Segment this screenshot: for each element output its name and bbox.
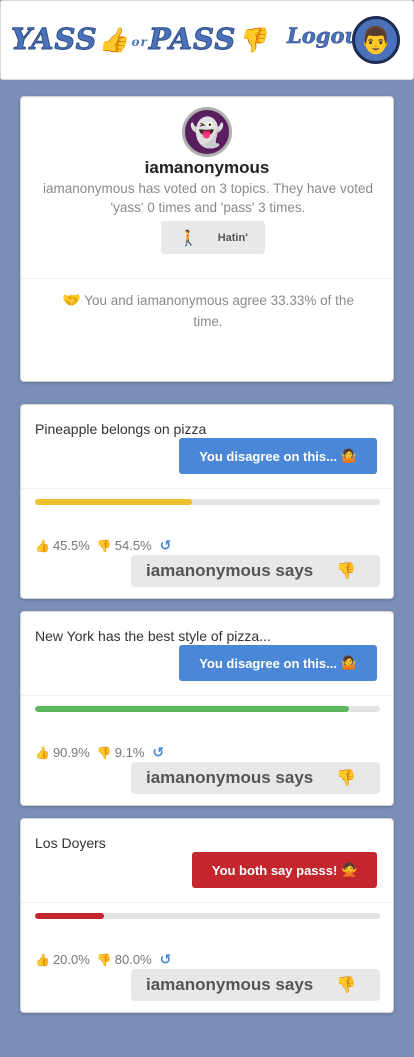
thumbs-down-icon: 👎 xyxy=(96,952,112,967)
thumbs-up-icon: 👍 xyxy=(35,952,50,967)
thumbs-down-vote-icon: 👎 xyxy=(336,563,357,580)
ghost-avatar-icon: 👻 xyxy=(182,107,232,157)
thumbs-down-icon: 👎 xyxy=(96,745,112,760)
vote-progress-bar xyxy=(35,706,380,712)
pass-percent: 80.0% xyxy=(114,952,152,967)
thumbs-down-vote-icon: 👎 xyxy=(336,770,357,787)
profile-card: 👻 iamanonymous iamanonymous has voted on… xyxy=(20,96,394,382)
logo-thumbs-up-icon: 👍 xyxy=(98,24,130,54)
vote-stats: 👍 20.0% 👎 80.0% ↺ xyxy=(35,951,171,968)
no-gesture-icon: 🙅 xyxy=(340,862,358,877)
topic-title: New York has the best style of pizza... xyxy=(35,628,271,644)
yass-percent: 90.9% xyxy=(52,745,90,760)
vote-stats: 👍 45.5% 👎 54.5% ↺ xyxy=(35,537,171,554)
agreement-row: 🤝 You and iamanonymous agree 33.33% of t… xyxy=(47,290,369,332)
logo-pass: PASS xyxy=(148,22,237,57)
user-says-button[interactable]: iamanonymous says 👎 xyxy=(131,762,380,794)
vote-progress-bar xyxy=(35,913,380,919)
vote-progress-bar xyxy=(35,499,380,505)
yass-percent: 45.5% xyxy=(52,538,90,553)
refresh-icon[interactable]: ↺ xyxy=(160,951,172,968)
yass-percent: 20.0% xyxy=(52,952,90,967)
shrug-icon: 🤷 xyxy=(340,655,357,670)
vote-progress-fill xyxy=(35,706,349,712)
agreement-text: You and iamanonymous agree 33.33% of the… xyxy=(84,293,354,329)
topic-card: Pineapple belongs on pizza You disagree … xyxy=(20,404,394,599)
user-avatar-icon[interactable]: 👨 xyxy=(352,16,400,64)
topic-status-label: You disagree on this... xyxy=(199,655,337,671)
thumbs-down-vote-icon: 👎 xyxy=(336,977,357,994)
logo-or: or xyxy=(131,35,148,49)
user-says-button[interactable]: iamanonymous says 👎 xyxy=(131,969,380,1001)
vote-progress-fill xyxy=(35,913,104,919)
pass-percent: 54.5% xyxy=(114,538,152,553)
logo-thumbs-down-icon: 👎 xyxy=(237,24,269,54)
topic-card: New York has the best style of pizza... … xyxy=(20,611,394,806)
hatin-badge-label: Hatin' xyxy=(217,231,248,244)
profile-divider xyxy=(21,278,393,279)
refresh-icon[interactable]: ↺ xyxy=(152,744,164,761)
vote-progress-fill xyxy=(35,499,192,505)
topic-divider xyxy=(21,902,393,903)
topic-divider xyxy=(21,695,393,696)
thumbs-down-icon: 👎 xyxy=(96,538,112,553)
topic-status-button[interactable]: You disagree on this... 🤷 xyxy=(179,438,377,474)
thumbs-up-icon: 👍 xyxy=(35,745,50,760)
topic-title: Pineapple belongs on pizza xyxy=(35,421,207,437)
topic-status-label: You both say passs! xyxy=(211,862,338,878)
app-logo[interactable]: YASS 👍 or PASS 👎 xyxy=(11,19,269,59)
thumbs-up-icon: 👍 xyxy=(35,538,50,553)
topic-card: Los Doyers You both say passs! 🙅 👍 20.0%… xyxy=(20,818,394,1013)
handshake-icon: 🤝 xyxy=(62,292,81,309)
user-says-label: iamanonymous says xyxy=(146,975,314,994)
user-says-button[interactable]: iamanonymous says 👎 xyxy=(131,555,380,587)
app-header: YASS 👍 or PASS 👎 Logout 👨 xyxy=(0,0,414,80)
topic-status-label: You disagree on this... xyxy=(199,448,337,464)
hatin-badge-button[interactable]: 🚶 Hatin' xyxy=(161,221,265,254)
profile-summary: iamanonymous has voted on 3 topics. They… xyxy=(43,181,373,215)
shrug-icon: 🤷 xyxy=(340,448,357,463)
topic-title: Los Doyers xyxy=(35,835,106,851)
refresh-icon[interactable]: ↺ xyxy=(160,537,172,554)
user-says-label: iamanonymous says xyxy=(146,768,314,787)
logo-yass: YASS xyxy=(11,22,98,57)
walking-person-icon: 🚶 xyxy=(179,229,198,247)
topic-status-button[interactable]: You disagree on this... 🤷 xyxy=(179,645,377,681)
topic-divider xyxy=(21,488,393,489)
profile-username: iamanonymous xyxy=(144,158,270,177)
pass-percent: 9.1% xyxy=(114,745,145,760)
topic-status-button[interactable]: You both say passs! 🙅 xyxy=(192,852,377,888)
user-says-label: iamanonymous says xyxy=(146,561,314,580)
vote-stats: 👍 90.9% 👎 9.1% ↺ xyxy=(35,744,164,761)
